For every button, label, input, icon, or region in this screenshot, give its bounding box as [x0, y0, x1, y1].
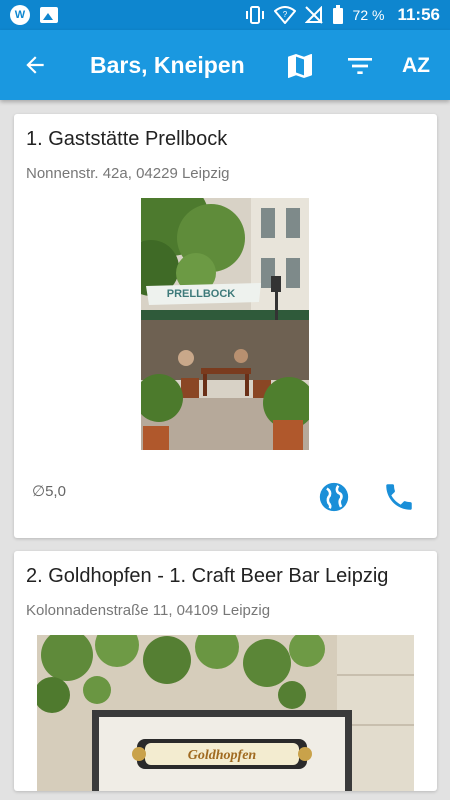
- back-arrow-icon[interactable]: [22, 52, 48, 78]
- no-signal-icon: [304, 6, 323, 24]
- prellbock-sign-text: PRELLBOCK: [167, 288, 236, 300]
- battery-icon: [332, 5, 343, 24]
- clock: 11:56: [397, 5, 440, 24]
- bar-photo: PRELLBOCK: [141, 198, 309, 450]
- page-title: Bars, Kneipen: [90, 52, 245, 78]
- status-bar: W ? 72 % 11:56: [0, 0, 450, 30]
- map-icon[interactable]: [284, 50, 316, 82]
- vibrate-icon: [245, 6, 264, 24]
- battery-percentage: 72 %: [352, 7, 385, 23]
- sort-az-button[interactable]: AZ: [402, 50, 434, 82]
- item-title: 1. Gaststätte Prellbock: [26, 128, 228, 150]
- svg-text:?: ?: [282, 10, 287, 19]
- bar-photo: Goldhopfen: [37, 635, 414, 791]
- phone-icon[interactable]: [382, 480, 416, 514]
- item-title: 2. Goldhopfen - 1. Craft Beer Bar Leipzi…: [26, 565, 389, 587]
- list-item[interactable]: 2. Goldhopfen - 1. Craft Beer Bar Leipzi…: [14, 551, 437, 791]
- filter-icon[interactable]: [344, 50, 376, 82]
- item-address: Nonnenstr. 42a, 04229 Leipzig: [26, 165, 230, 182]
- app-bar: Bars, Kneipen AZ: [0, 30, 450, 100]
- goldhopfen-sign-text: Goldhopfen: [188, 748, 257, 763]
- item-address: Kolonnadenstraße 11, 04109 Leipzig: [26, 602, 271, 619]
- list-item[interactable]: 1. Gaststätte Prellbock Nonnenstr. 42a, …: [14, 114, 437, 538]
- website-globe-icon[interactable]: [317, 480, 351, 514]
- app-notification-icon: W: [10, 5, 30, 25]
- image-notification-icon: [40, 7, 58, 23]
- wifi-icon: ?: [273, 6, 296, 24]
- rating-value: ∅5,0: [32, 483, 66, 500]
